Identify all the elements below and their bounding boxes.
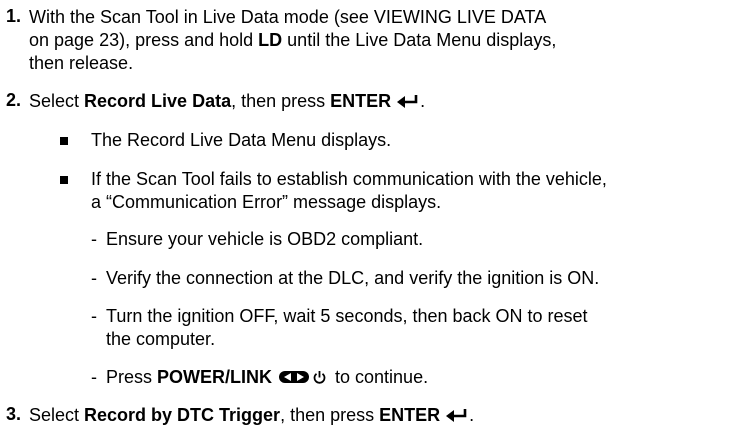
bullet-marker bbox=[60, 176, 68, 184]
dash-2-text: Verify the connection at the DLC, and ve… bbox=[106, 268, 600, 288]
enter-icon bbox=[396, 91, 420, 113]
bullet-2-line-2: a “Communication Error” message displays… bbox=[91, 192, 442, 212]
bullet-2-line-1: If the Scan Tool fails to establish comm… bbox=[91, 169, 607, 189]
dash-1-text: Ensure your vehicle is OBD2 compliant. bbox=[106, 229, 424, 249]
enter-icon bbox=[445, 405, 469, 427]
bullet-1-text: The Record Live Data Menu displays. bbox=[91, 130, 392, 150]
dash-marker: - bbox=[91, 367, 97, 387]
step-3-number: 3. bbox=[6, 404, 22, 424]
step-2-number: 2. bbox=[6, 90, 22, 110]
step-1-line-1: With the Scan Tool in Live Data mode (se… bbox=[29, 7, 547, 27]
step-2-text: Select Record Live Data, then press ENTE… bbox=[29, 90, 425, 113]
step-3-text: Select Record by DTC Trigger, then press… bbox=[29, 404, 474, 427]
bullet-marker bbox=[60, 137, 68, 145]
dash-marker: - bbox=[91, 306, 97, 326]
dash-marker: - bbox=[91, 268, 97, 288]
dash-3-line-1: Turn the ignition OFF, wait 5 seconds, t… bbox=[106, 306, 588, 326]
link-icon bbox=[278, 367, 310, 389]
step-1-line-3: then release. bbox=[29, 53, 134, 73]
power-icon bbox=[313, 367, 326, 389]
dash-marker: - bbox=[91, 229, 97, 249]
step-1-number: 1. bbox=[6, 6, 22, 26]
step-1-line-2: on page 23), press and hold LD until the… bbox=[29, 30, 557, 50]
dash-4-text: Press POWER/LINK to continue. bbox=[106, 366, 428, 389]
dash-3-line-2: the computer. bbox=[106, 329, 216, 349]
